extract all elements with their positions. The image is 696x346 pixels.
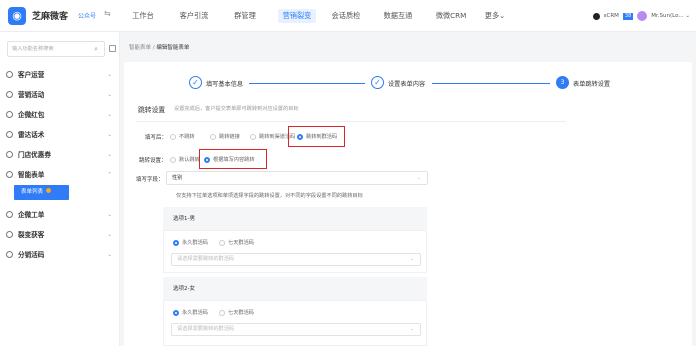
step1-label: 填写基本信息 — [206, 81, 244, 88]
top-bar: ◉ 芝麻微客 公众号 ⇆ 工作台 客户引流 群管理 营销裂变 会话质检 数据互通… — [0, 0, 696, 32]
nav-group-management[interactable]: 群管理 — [228, 0, 262, 32]
section-title: 跳转设置 — [138, 106, 166, 114]
sidebar-sub-form-list[interactable]: 表单列表 — [14, 185, 69, 200]
sidebar-item-work-order[interactable]: 企微工单 ⌄ — [6, 206, 114, 224]
chevron-down-icon: ⌄ — [416, 175, 421, 181]
chevron-down-icon: ⌄ — [107, 72, 112, 78]
option-permanent-code[interactable]: 永久群活码 — [173, 309, 208, 316]
highlight-box — [288, 126, 345, 147]
option-permanent-code[interactable]: 永久群活码 — [173, 239, 208, 246]
sidebar-item-customer-ops[interactable]: 客户运营 ⌄ — [6, 66, 114, 84]
card-body: 永久群活码 七天群活码 请选择需要跳转的群活码 ⌄ — [163, 230, 427, 273]
breadcrumb: 智能表单 / 编辑智能表单 — [129, 45, 190, 51]
group-code-select[interactable]: 请选择需要跳转的群活码 ⌄ — [171, 323, 421, 336]
work-order-icon — [6, 211, 13, 218]
brand-name: 芝麻微客 — [32, 12, 69, 22]
user-name[interactable]: Mr.Sun(Lo... ⌄ — [651, 13, 690, 19]
nav-workbench[interactable]: 工作台 — [126, 0, 160, 32]
public-account-tag[interactable]: 公众号 — [78, 11, 96, 20]
chevron-down-icon: ⌄ — [107, 132, 112, 138]
distribution-icon — [6, 251, 13, 258]
card-title: 选项2-女 — [173, 286, 195, 292]
option-seven-day-code[interactable]: 七天群活码 — [219, 239, 254, 246]
fission-icon — [6, 231, 13, 238]
form-icon — [6, 171, 13, 178]
highlight-box — [199, 149, 267, 169]
option-default-jump[interactable]: 默认跳转 — [170, 156, 200, 163]
notification-badge[interactable]: 38 — [622, 12, 634, 20]
chevron-up-icon: ⌃ — [107, 172, 112, 178]
nav-customer-acquisition[interactable]: 客户引流 — [174, 0, 214, 32]
radio-permanent-code[interactable] — [173, 309, 179, 316]
chevron-down-icon: ⌄ — [107, 252, 112, 258]
swap-icon[interactable]: ⇆ — [104, 9, 111, 18]
radio-no-jump[interactable] — [170, 133, 176, 140]
step2-label: 设置表单内容 — [388, 81, 426, 88]
sidebar-item-marketing[interactable]: 营销活动 ⌄ — [6, 86, 114, 104]
customer-ops-icon — [6, 71, 13, 78]
hint-text: 仅支持下拉单选项和单项选择字段的跳转设置，对不同的字段设置不同的跳转目标 — [176, 193, 363, 199]
nav-session-inspection[interactable]: 会话质检 — [326, 0, 366, 32]
sidebar-item-distribution-code[interactable]: 分销活码 ⌄ — [6, 246, 114, 264]
chevron-down-icon: ⌄ — [409, 326, 414, 332]
sidebar-item-radar-script[interactable]: 雷达话术 ⌄ — [6, 126, 114, 144]
sidebar-item-smart-form[interactable]: 智能表单 ⌃ — [6, 166, 114, 184]
fill-field-label: 填写字段： — [136, 177, 164, 183]
radio-default-jump[interactable] — [170, 156, 176, 163]
option-seven-day-code[interactable]: 七天群活码 — [219, 309, 254, 316]
option-jump-link[interactable]: 跳转链接 — [210, 133, 240, 140]
breadcrumb-current: 编辑智能表单 — [156, 45, 190, 51]
radar-icon — [6, 131, 13, 138]
avatar[interactable] — [637, 11, 648, 21]
card-title: 选项1-男 — [173, 216, 195, 222]
fill-field-select[interactable]: 性别 ⌄ — [166, 171, 428, 185]
card-body: 永久群活码 七天群活码 请选择需要跳转的群活码 ⌄ — [163, 300, 427, 346]
sidebar: 输入功能名称搜索 ⌕ 客户运营 ⌄ 营销活动 ⌄ 企微红包 ⌄ 雷达话术 ⌄ 门店优惠券… — [0, 32, 120, 346]
step3-label: 表单跳转设置 — [573, 81, 611, 88]
sidebar-item-red-packet[interactable]: 企微红包 ⌄ — [6, 106, 114, 124]
search-icon[interactable]: ⌕ — [94, 42, 98, 56]
step2-check-icon: ✓ — [371, 76, 384, 89]
nav-more[interactable]: 更多⌄ — [480, 0, 510, 32]
top-right-area: sCRM 38 Mr.Sun(Lo... ⌄ — [592, 9, 690, 23]
group-code-select[interactable]: 请选择需要跳转的群活码 ⌄ — [171, 253, 421, 266]
step-connector — [249, 83, 365, 84]
step3-number-icon: 3 — [556, 76, 569, 89]
coupon-icon — [6, 151, 13, 158]
chevron-down-icon: ⌄ — [107, 152, 112, 158]
calendar-icon[interactable] — [109, 45, 116, 52]
option-card-male: 选项1-男 永久群活码 七天群活码 请选择需要跳转的群活码 ⌄ — [163, 207, 427, 273]
option-no-jump[interactable]: 不跳转 — [170, 133, 195, 140]
radio-permanent-code[interactable] — [173, 239, 179, 246]
step1-check-icon: ✓ — [189, 76, 202, 89]
chevron-down-icon: ⌄ — [409, 256, 414, 262]
red-packet-icon — [6, 111, 13, 118]
breadcrumb-parent[interactable]: 智能表单 — [129, 45, 151, 51]
sidebar-item-store-coupon[interactable]: 门店优惠券 ⌄ — [6, 146, 114, 164]
jump-setting-label: 跳转设置： — [139, 158, 167, 164]
chevron-down-icon: ⌄ — [107, 212, 112, 218]
radio-seven-day-code[interactable] — [219, 239, 225, 246]
chevron-down-icon: ⌄ — [107, 112, 112, 118]
nav-crm[interactable]: 微微CRM — [430, 0, 472, 32]
sidebar-search-input[interactable]: 输入功能名称搜索 ⌕ — [7, 41, 105, 57]
scrm-label[interactable]: sCRM — [604, 13, 619, 19]
sidebar-item-fission[interactable]: 裂变获客 ⌄ — [6, 226, 114, 244]
chevron-down-icon: ⌄ — [107, 232, 112, 238]
radio-channel-code[interactable] — [250, 133, 256, 140]
marketing-icon — [6, 91, 13, 98]
section-description: 设置完成后，客户提交表单即可跳转到对应设置的目标 — [174, 106, 299, 112]
step-connector — [432, 83, 550, 84]
radio-jump-link[interactable] — [210, 133, 216, 140]
fire-icon — [46, 188, 52, 193]
scrm-logo-icon — [592, 12, 600, 20]
after-fill-label: 填写后： — [145, 135, 168, 141]
divider — [136, 121, 566, 122]
nav-data-sync[interactable]: 数据互通 — [378, 0, 418, 32]
option-card-female: 选项2-女 永久群活码 七天群活码 请选择需要跳转的群活码 ⌄ — [163, 277, 427, 346]
radio-seven-day-code[interactable] — [219, 309, 225, 316]
chevron-down-icon: ⌄ — [107, 92, 112, 98]
nav-marketing[interactable]: 营销裂变 — [276, 0, 318, 32]
app-logo-icon[interactable]: ◉ — [8, 7, 26, 25]
